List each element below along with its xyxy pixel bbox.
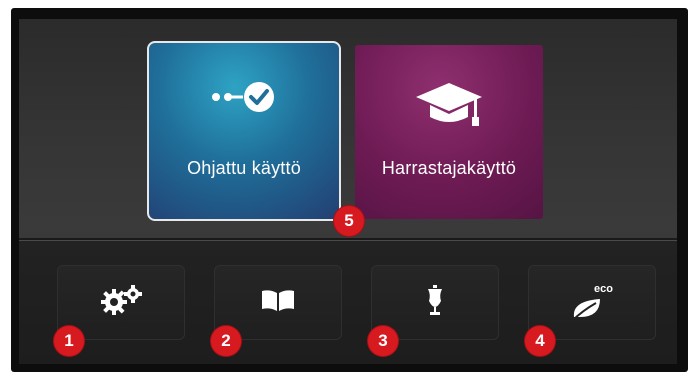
guided-mode-tile[interactable]: Ohjattu käyttö [147, 41, 341, 221]
callout-badge-5: 5 [334, 206, 364, 236]
callout-badge-1: 1 [54, 326, 84, 356]
hobby-mode-label: Harrastajakäyttö [381, 158, 517, 178]
eco-leaf-icon: eco [568, 283, 616, 323]
graduation-cap-icon [414, 79, 484, 140]
callout-badge-4: 4 [525, 326, 555, 356]
book-icon [260, 289, 296, 316]
hobby-mode-tile[interactable]: Harrastajakäyttö [355, 45, 543, 219]
callout-badge-2: 2 [211, 326, 241, 356]
settings-gears-icon [99, 285, 143, 320]
dress-form-icon [425, 285, 445, 320]
guided-steps-icon [209, 77, 279, 122]
guided-mode-label: Ohjattu käyttö [187, 158, 301, 178]
callout-badge-3: 3 [368, 326, 398, 356]
toolbar-divider [19, 238, 677, 240]
eco-label: eco [594, 282, 613, 295]
